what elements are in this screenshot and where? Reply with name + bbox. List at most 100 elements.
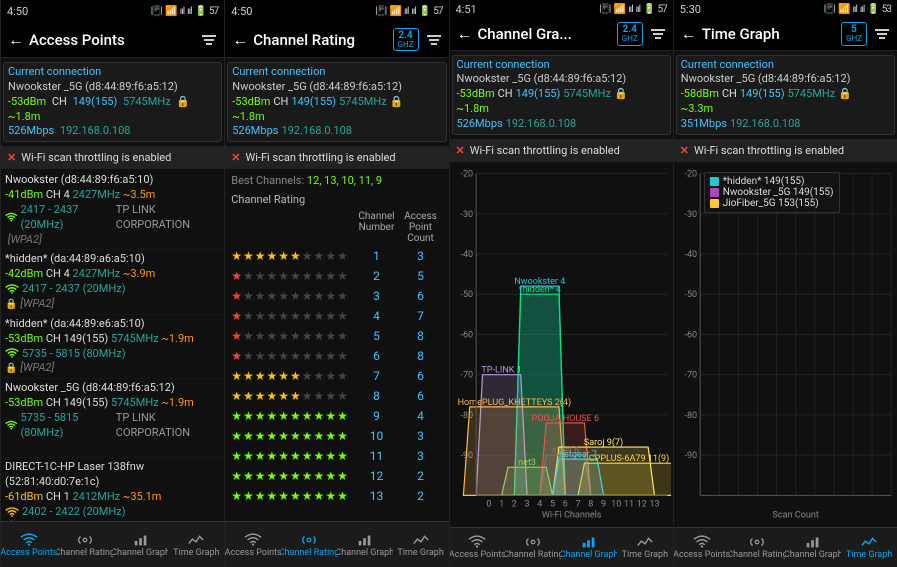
nav-tab-time-graph[interactable]: Time Graph: [841, 528, 897, 567]
best-channels: Best Channels: 12, 13, 10, 11, 9: [225, 171, 448, 190]
nav-tab-access-points[interactable]: Access Points: [674, 528, 730, 567]
nav-icon: [804, 534, 822, 550]
filter-icon[interactable]: [873, 29, 891, 39]
access-point-item[interactable]: Nwookster _5G (d8:44:89:f6:a5:12)-53dBm …: [1, 379, 224, 458]
rating-row: ★★★★★★★★★★36: [225, 286, 448, 306]
status-bar: 5:30 📳📶ıılııl🔋53: [674, 0, 897, 19]
svg-text:-70: -70: [684, 371, 697, 381]
channel-number: 8: [355, 389, 399, 403]
svg-text:5: 5: [550, 499, 555, 509]
filter-icon[interactable]: [649, 29, 667, 39]
vibrate-icon: 📳: [151, 6, 162, 17]
ghz-toggle[interactable]: 2.4GHZ: [617, 22, 643, 46]
svg-text:2: 2: [511, 499, 516, 509]
back-button[interactable]: ←: [456, 24, 474, 44]
nav-label: Channel Graph: [113, 548, 169, 558]
nav-label: Channel Graph: [785, 550, 841, 560]
svg-text:10: 10: [611, 499, 621, 509]
access-point-item[interactable]: DIRECT-1C-HP Laser 138fnw (52:81:40:d0:7…: [1, 458, 224, 521]
nav-label: Channel Rating: [505, 550, 561, 560]
access-point-item[interactable]: Nwookster (d8:44:89:f6:a5:10)-41dBm CH 4…: [1, 171, 224, 250]
ghz-toggle[interactable]: 5GHZ: [841, 22, 867, 46]
svg-text:12: 12: [636, 499, 646, 509]
ap-count: 3: [399, 449, 443, 463]
current-connection[interactable]: Current connection Nwookster _5G (d8:44:…: [676, 55, 895, 135]
battery-pct: 57: [209, 6, 218, 17]
star-rating: ★★★★★★★★★★: [231, 269, 354, 283]
channel-graph-chart[interactable]: -20-30-40-50-60-70-80-900123456789101112…: [452, 168, 671, 523]
channel-number: 4: [355, 309, 399, 323]
svg-text:-90: -90: [684, 451, 697, 461]
nav-tab-access-points[interactable]: Access Points: [1, 522, 57, 567]
cc-line2: -53dBm CH 149(155) 5745MHz 🔒 ~1.8m: [8, 95, 217, 125]
svg-text:netgear 7: netgear 7: [559, 450, 597, 460]
nav-label: Time Graph: [173, 548, 219, 558]
ap-ssid: *hidden* (da:44:89:a6:a5:10): [5, 252, 220, 267]
nav-tab-channel-graph[interactable]: Channel Graph: [561, 528, 617, 567]
ap-count: 3: [399, 249, 443, 263]
svg-text:6: 6: [562, 499, 567, 509]
ap-range: 2417 - 2437 (20MHz): [22, 282, 126, 297]
nav-tab-time-graph[interactable]: Time Graph: [393, 522, 449, 567]
rating-row: ★★★★★★★★★★58: [225, 326, 448, 346]
nav-label: Time Graph: [846, 550, 892, 560]
svg-text:CPPLUS-6A79 11(9): CPPLUS-6A79 11(9): [588, 453, 669, 464]
svg-text:8: 8: [588, 499, 593, 509]
throttle-warning[interactable]: ✕ Wi-Fi scan throttling is enabled: [1, 146, 224, 169]
nav-icon: [300, 532, 318, 548]
ap-security: [WPA2]: [20, 361, 54, 376]
access-point-list[interactable]: Nwookster (d8:44:89:f6:a5:10)-41dBm CH 4…: [1, 171, 224, 521]
time-graph-chart[interactable]: *hidden* 149(155)Nwookster _5G 149(155)J…: [676, 168, 895, 523]
panel-access-points: 4:50 📳 📶 ııl ııl 🔋 57 ← Access Points Cu…: [0, 0, 224, 567]
svg-text:13: 13: [649, 499, 659, 509]
current-connection[interactable]: Current connection Nwookster _5G (d8:44:…: [452, 55, 671, 135]
wifi-icon: [5, 348, 19, 359]
ap-count: 2: [399, 489, 443, 503]
filter-icon[interactable]: [425, 35, 443, 45]
back-button[interactable]: ←: [7, 30, 25, 50]
nav-tab-channel-rating[interactable]: Channel Rating: [505, 528, 561, 567]
back-button[interactable]: ←: [680, 24, 698, 44]
throttle-warning[interactable]: ✕Wi-Fi scan throttling is enabled: [674, 139, 897, 162]
rating-row: ★★★★★★★★★★94: [225, 406, 448, 426]
ap-count: 5: [399, 269, 443, 283]
nav-tab-access-points[interactable]: Access Points: [450, 528, 506, 567]
ap-signal: -41dBm: [5, 188, 43, 203]
screen-title: Channel Rating: [249, 31, 392, 49]
nav-tab-access-points[interactable]: Access Points: [225, 522, 281, 567]
ghz-toggle[interactable]: 2.4GHZ: [393, 28, 419, 52]
rating-row: ★★★★★★★★★★103: [225, 426, 448, 446]
nav-tab-channel-graph[interactable]: Channel Graph: [113, 522, 169, 567]
nav-tab-channel-graph[interactable]: Channel Graph: [785, 528, 841, 567]
screen-title: Channel Gra...: [474, 25, 617, 43]
ap-ssid: *hidden* (da:44:89:e6:a5:10): [5, 317, 220, 332]
wifi-icon: [5, 212, 18, 223]
access-point-item[interactable]: *hidden* (da:44:89:a6:a5:10)-42dBm CH 4 …: [1, 250, 224, 314]
filter-icon[interactable]: [200, 35, 218, 45]
nav-tab-channel-graph[interactable]: Channel Graph: [337, 522, 393, 567]
wifi-icon: 📶: [165, 6, 176, 17]
throttle-warning[interactable]: ✕Wi-Fi scan throttling is enabled: [450, 139, 673, 162]
current-connection[interactable]: Current connection Nwookster _5G (d8:44:…: [3, 62, 222, 142]
star-rating: ★★★★★★★★★★: [231, 389, 354, 403]
bottom-nav: Access PointsChannel RatingChannel Graph…: [674, 527, 897, 567]
clock: 5:30: [680, 3, 701, 16]
current-connection[interactable]: Current connection Nwookster _5G (d8:44:…: [227, 62, 446, 142]
ap-count: 6: [399, 389, 443, 403]
signal-icon: ııl: [180, 6, 184, 17]
svg-text:-70: -70: [460, 371, 473, 381]
nav-tab-time-graph[interactable]: Time Graph: [617, 528, 673, 567]
nav-label: Access Points: [1, 548, 57, 558]
svg-text:1: 1: [499, 499, 504, 509]
nav-tab-channel-rating[interactable]: Channel Rating: [281, 522, 337, 567]
nav-label: Channel Rating: [281, 548, 337, 558]
nav-tab-time-graph[interactable]: Time Graph: [168, 522, 224, 567]
legend-item: Nwookster _5G 149(155): [710, 187, 834, 198]
throttle-warning[interactable]: ✕Wi-Fi scan throttling is enabled: [225, 146, 448, 169]
nav-tab-channel-rating[interactable]: Channel Rating: [57, 522, 113, 567]
nav-tab-channel-rating[interactable]: Channel Rating: [730, 528, 786, 567]
clock: 4:50: [231, 5, 252, 18]
back-button[interactable]: ←: [231, 30, 249, 50]
legend-item: *hidden* 149(155): [710, 176, 834, 187]
access-point-item[interactable]: *hidden* (da:44:89:e6:a5:10)-53dBm CH 14…: [1, 315, 224, 379]
